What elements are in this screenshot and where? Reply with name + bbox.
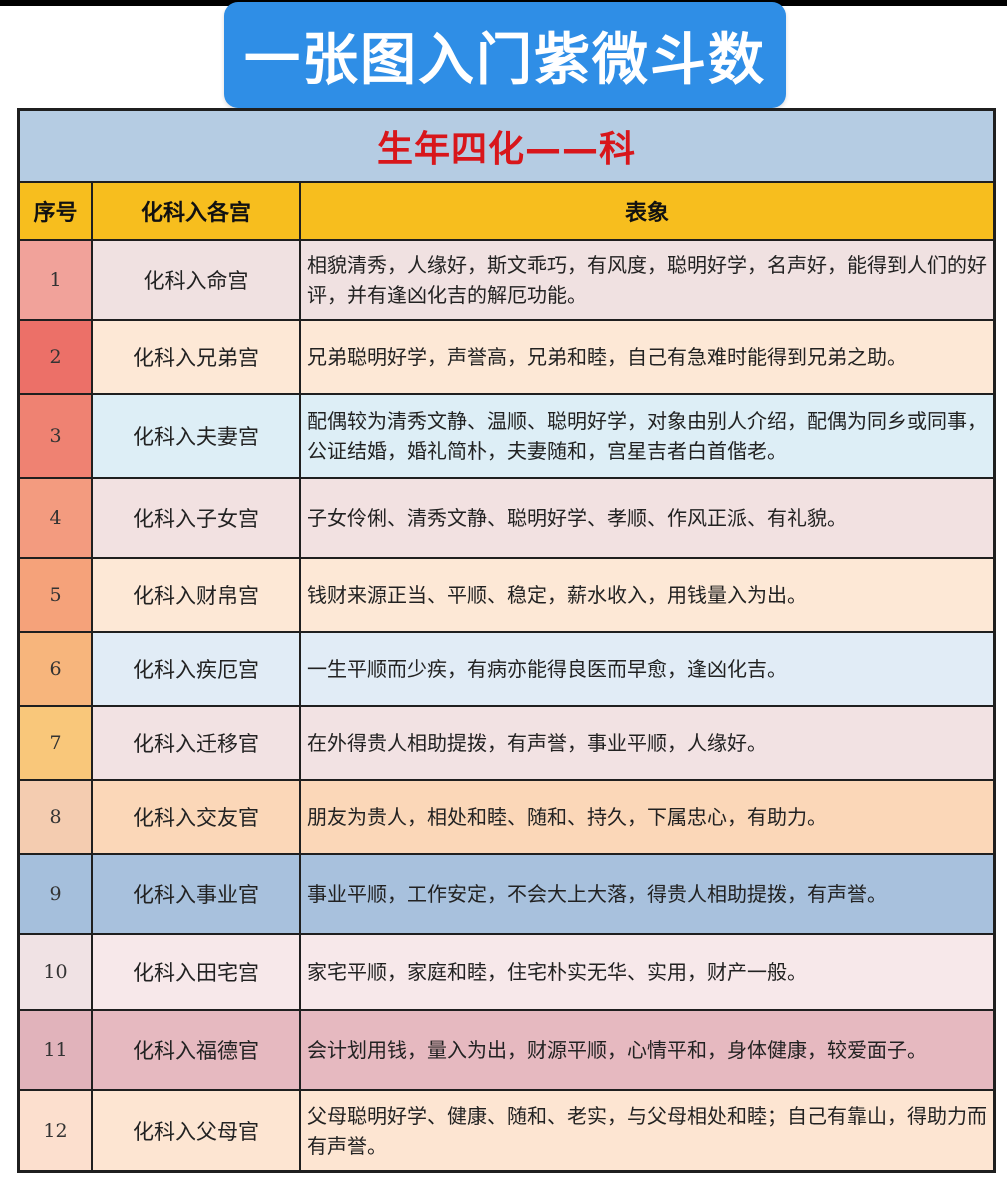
header-meaning: 表象: [299, 183, 993, 241]
row-palace: 化科入迁移官: [91, 705, 301, 781]
row-index: 3: [20, 393, 93, 479]
row-meaning: 配偶较为清秀文静、温顺、聪明好学，对象由别人介绍，配偶为同乡或同事，公证结婚，婚…: [299, 393, 993, 479]
row-index: 10: [20, 933, 93, 1011]
row-meaning: 兄弟聪明好学，声誉高，兄弟和睦，自己有急难时能得到兄弟之助。: [299, 319, 993, 395]
row-palace: 化科入田宅宫: [91, 933, 301, 1011]
row-index: 4: [20, 477, 93, 559]
row-palace: 化科入福德官: [91, 1009, 301, 1091]
row-index: 2: [20, 319, 93, 395]
table-row: 1 化科入命宫 相貌清秀，人缘好，斯文乖巧，有风度，聪明好学，名声好，能得到人们的好…: [20, 239, 993, 321]
title-banner: 一张图入门紫微斗数: [224, 2, 786, 108]
row-meaning: 家宅平顺，家庭和睦，住宅朴实无华、实用，财产一般。: [299, 933, 993, 1011]
table-row: 11 化科入福德官 会计划用钱，量入为出，财源平顺，心情平和，身体健康，较爱面子。: [20, 1009, 993, 1091]
row-index: 1: [20, 239, 93, 321]
row-meaning: 父母聪明好学、健康、随和、老实，与父母相处和睦；自己有靠山，得助力而有声誉。: [299, 1089, 993, 1170]
table-row: 3 化科入夫妻宫 配偶较为清秀文静、温顺、聪明好学，对象由别人介绍，配偶为同乡或同事…: [20, 393, 993, 479]
table-row: 9 化科入事业官 事业平顺，工作安定，不会大上大落，得贵人相助提拨，有声誉。: [20, 853, 993, 935]
row-index: 6: [20, 631, 93, 707]
row-palace: 化科入命宫: [91, 239, 301, 321]
row-palace: 化科入兄弟宫: [91, 319, 301, 395]
row-palace: 化科入子女宫: [91, 477, 301, 559]
row-meaning: 钱财来源正当、平顺、稳定，薪水收入，用钱量入为出。: [299, 557, 993, 633]
table-row: 5 化科入财帛宫 钱财来源正当、平顺、稳定，薪水收入，用钱量入为出。: [20, 557, 993, 633]
row-palace: 化科入夫妻宫: [91, 393, 301, 479]
row-meaning: 一生平顺而少疾，有病亦能得良医而早愈，逢凶化吉。: [299, 631, 993, 707]
row-palace: 化科入交友官: [91, 779, 301, 855]
info-table: 生年四化——科 序号 化科入各宫 表象 1 化科入命宫 相貌清秀，人缘好，斯文乖巧，…: [17, 108, 996, 1173]
header-palace: 化科入各宫: [91, 183, 301, 241]
row-meaning: 事业平顺，工作安定，不会大上大落，得贵人相助提拨，有声誉。: [299, 853, 993, 935]
row-index: 7: [20, 705, 93, 781]
row-palace: 化科入财帛宫: [91, 557, 301, 633]
header-index: 序号: [20, 183, 93, 241]
table-row: 8 化科入交友官 朋友为贵人，相处和睦、随和、持久，下属忠心，有助力。: [20, 779, 993, 855]
row-palace: 化科入事业官: [91, 853, 301, 935]
table-title-band: 生年四化——科: [20, 111, 993, 183]
banner-title: 一张图入门紫微斗数: [244, 27, 766, 93]
row-meaning: 朋友为贵人，相处和睦、随和、持久，下属忠心，有助力。: [299, 779, 993, 855]
table-row: 4 化科入子女宫 子女伶俐、清秀文静、聪明好学、孝顺、作风正派、有礼貌。: [20, 477, 993, 559]
table-row: 2 化科入兄弟宫 兄弟聪明好学，声誉高，兄弟和睦，自己有急难时能得到兄弟之助。: [20, 319, 993, 395]
table-row: 10 化科入田宅宫 家宅平顺，家庭和睦，住宅朴实无华、实用，财产一般。: [20, 933, 993, 1011]
row-meaning: 子女伶俐、清秀文静、聪明好学、孝顺、作风正派、有礼貌。: [299, 477, 993, 559]
row-index: 12: [20, 1089, 93, 1170]
table-row: 12 化科入父母官 父母聪明好学、健康、随和、老实，与父母相处和睦；自己有靠山，得助…: [20, 1089, 993, 1170]
palace-table: 序号 化科入各宫 表象 1 化科入命宫 相貌清秀，人缘好，斯文乖巧，有风度，聪明好学…: [20, 183, 993, 1170]
table-title: 生年四化——科: [376, 129, 636, 170]
table-row: 6 化科入疾厄宫 一生平顺而少疾，有病亦能得良医而早愈，逢凶化吉。: [20, 631, 993, 707]
row-meaning: 在外得贵人相助提拨，有声誉，事业平顺，人缘好。: [299, 705, 993, 781]
row-meaning: 相貌清秀，人缘好，斯文乖巧，有风度，聪明好学，名声好，能得到人们的好评，并有逢凶…: [299, 239, 993, 321]
row-palace: 化科入父母官: [91, 1089, 301, 1170]
row-palace: 化科入疾厄宫: [91, 631, 301, 707]
row-index: 9: [20, 853, 93, 935]
table-row: 7 化科入迁移官 在外得贵人相助提拨，有声誉，事业平顺，人缘好。: [20, 705, 993, 781]
row-index: 8: [20, 779, 93, 855]
row-index: 5: [20, 557, 93, 633]
row-meaning: 会计划用钱，量入为出，财源平顺，心情平和，身体健康，较爱面子。: [299, 1009, 993, 1091]
header-row: 序号 化科入各宫 表象: [20, 183, 993, 241]
row-index: 11: [20, 1009, 93, 1091]
